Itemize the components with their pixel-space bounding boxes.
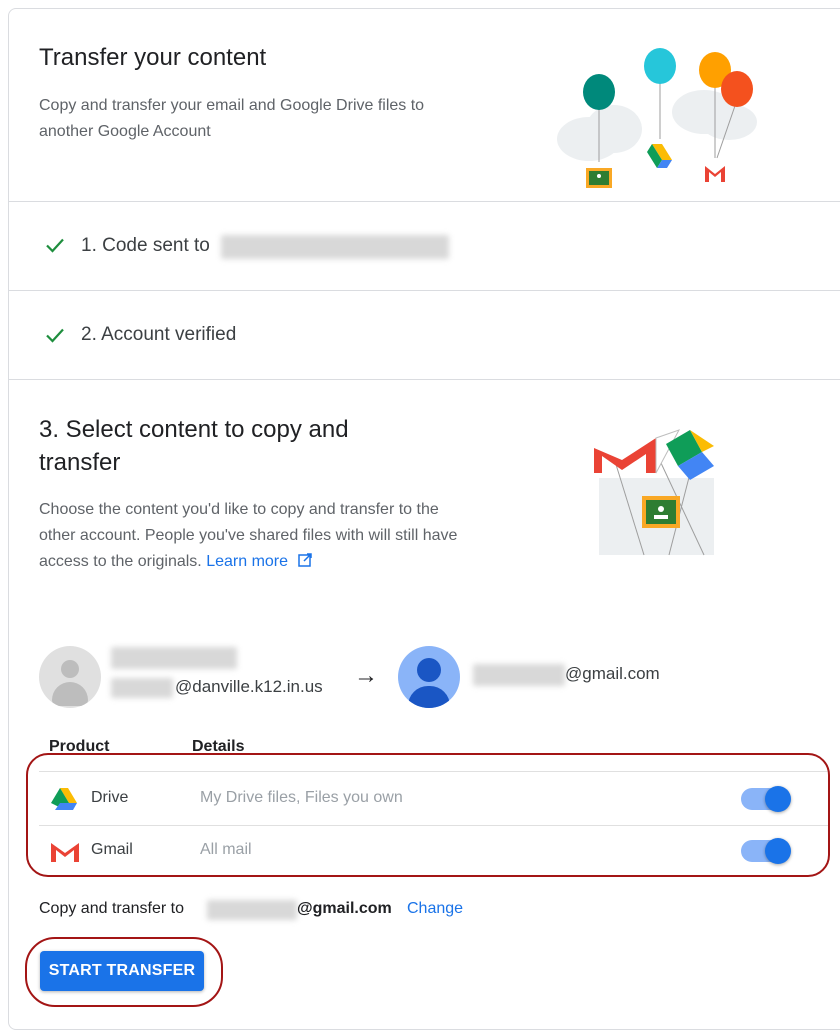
step-label: 2. Account verified xyxy=(81,324,237,345)
content-illustration xyxy=(594,429,714,556)
select-description: Choose the content you'd like to copy an… xyxy=(39,501,458,570)
check-icon xyxy=(46,238,64,253)
header-section: Transfer your content Copy and transfer … xyxy=(9,9,840,202)
step-code-sent: 1. Code sent to xyxy=(9,201,840,291)
select-content-section: 3. Select content to copy and transfer C… xyxy=(9,380,840,1020)
source-avatar xyxy=(39,646,101,708)
source-domain: @danville.k12.in.us xyxy=(175,677,323,696)
annotation-outline xyxy=(26,753,830,877)
redacted-email xyxy=(221,235,449,259)
open-in-new-icon[interactable] xyxy=(298,553,313,567)
start-transfer-button[interactable]: START TRANSFER xyxy=(40,951,204,991)
change-link[interactable]: Change xyxy=(407,900,463,918)
page-description: Copy and transfer your email and Google … xyxy=(39,97,425,140)
balloons-illustration xyxy=(557,48,757,188)
step-label: 1. Code sent to xyxy=(81,235,210,256)
page-title: Transfer your content xyxy=(39,44,267,71)
copy-transfer-dest: @gmail.com xyxy=(297,900,392,917)
select-title: 3. Select content to copy and transfer xyxy=(39,416,349,476)
arrow-icon: → xyxy=(354,662,378,689)
dest-domain: @gmail.com xyxy=(565,664,660,683)
redacted-dest-user xyxy=(473,664,565,686)
learn-more-link[interactable]: Learn more xyxy=(206,553,288,570)
check-icon xyxy=(46,328,64,343)
redacted-source-user xyxy=(111,678,173,698)
step-account-verified: 2. Account verified xyxy=(9,290,840,380)
redacted-source-name xyxy=(111,647,237,669)
copy-transfer-label: Copy and transfer to xyxy=(39,900,184,917)
redacted-dest-user xyxy=(207,900,297,920)
dest-avatar xyxy=(398,646,460,708)
